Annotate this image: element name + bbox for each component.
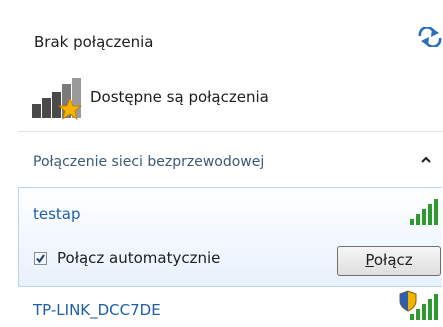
- wireless-section-header[interactable]: Połączenie sieci bezprzewodowej: [0, 132, 443, 182]
- wifi-signal-icon: [410, 199, 438, 225]
- connect-button-label: ołącz: [373, 251, 413, 269]
- chevron-up-icon[interactable]: [420, 154, 432, 166]
- available-connections: Dostępne są połączenia: [0, 68, 443, 128]
- connect-button-mnemonic: P: [365, 251, 374, 269]
- auto-connect-label[interactable]: Połącz automatycznie: [57, 249, 220, 267]
- network-ssid[interactable]: testap: [33, 205, 81, 223]
- network-bars-icon: [32, 78, 83, 120]
- available-label: Dostępne są połączenia: [90, 88, 269, 106]
- status-title: Brak połączenia: [34, 33, 154, 51]
- refresh-icon[interactable]: [417, 27, 443, 47]
- checkmark-icon: [36, 254, 45, 264]
- security-shield-icon: [399, 290, 417, 312]
- auto-connect-checkbox[interactable]: [34, 252, 47, 265]
- network-ssid[interactable]: TP-LINK_DCC7DE: [33, 301, 161, 319]
- wireless-section-label: Połączenie sieci bezprzewodowej: [33, 154, 265, 170]
- connect-button[interactable]: Połącz: [337, 246, 441, 276]
